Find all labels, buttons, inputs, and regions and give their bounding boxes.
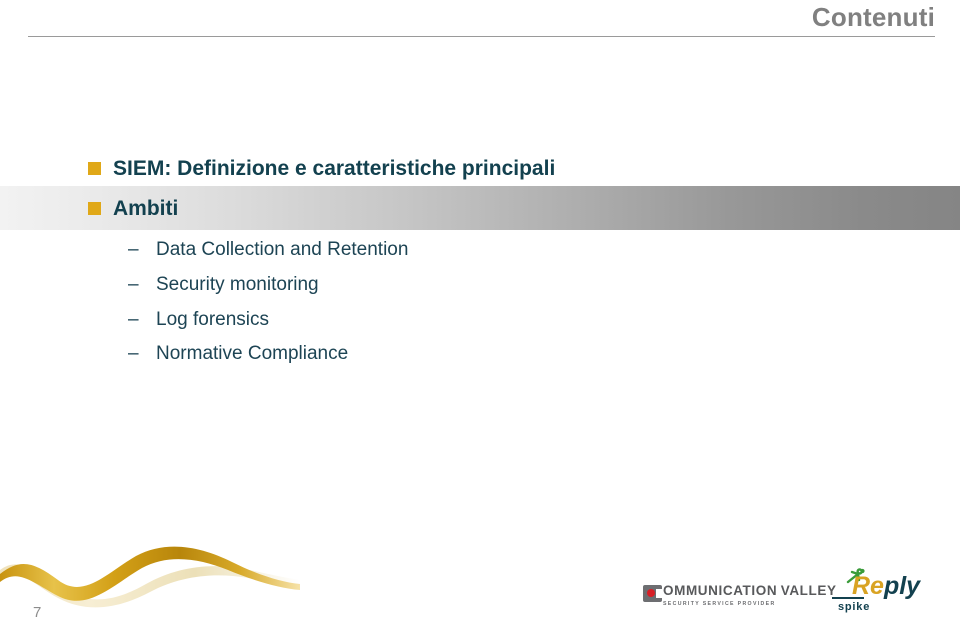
decorative-wave-graphic xyxy=(0,546,300,608)
cv-word-one: OMMUNICATION xyxy=(663,583,778,598)
sub-bullet-label: Security monitoring xyxy=(156,274,319,295)
reply-word-ply: ply xyxy=(883,572,921,600)
page-number: 7 xyxy=(33,604,42,621)
communication-valley-logo: OMMUNICATION VALLEY SECURITY SERVICE PRO… xyxy=(643,584,837,608)
slide: Contenuti SIEM: Definizione e caratteris… xyxy=(0,0,960,630)
reply-wordmark: Reply xyxy=(852,572,920,600)
sub-bullet-item: – Normative Compliance xyxy=(128,342,348,366)
sub-bullet-label: Data Collection and Retention xyxy=(156,239,409,260)
reply-word-re: Re xyxy=(852,572,884,600)
communication-valley-tagline: SECURITY SERVICE PROVIDER xyxy=(663,601,776,607)
dash-bullet-icon: – xyxy=(128,239,139,260)
square-bullet-icon xyxy=(88,202,101,215)
sub-bullet-label: Normative Compliance xyxy=(156,343,349,364)
reply-sub-label: spike xyxy=(838,601,871,613)
communication-valley-name: OMMUNICATION VALLEY xyxy=(663,584,837,599)
bullet-label: SIEM: Definizione e caratteristiche prin… xyxy=(113,157,556,180)
sub-bullet-item: – Log forensics xyxy=(128,308,269,332)
dash-bullet-icon: – xyxy=(128,309,139,330)
dash-bullet-icon: – xyxy=(128,274,139,295)
dash-bullet-icon: – xyxy=(128,343,139,364)
bullet-item: Ambiti xyxy=(88,196,178,222)
sub-bullet-item: – Data Collection and Retention xyxy=(128,238,408,262)
reply-logo: Reply spike xyxy=(830,566,940,618)
bullet-item: SIEM: Definizione e caratteristiche prin… xyxy=(88,156,555,182)
square-bullet-icon xyxy=(88,162,101,175)
communication-valley-text: OMMUNICATION VALLEY SECURITY SERVICE PRO… xyxy=(663,584,837,608)
bullet-label: Ambiti xyxy=(113,197,179,220)
communication-valley-mark-icon xyxy=(643,585,662,602)
sub-bullet-item: – Security monitoring xyxy=(128,273,319,297)
sub-bullet-label: Log forensics xyxy=(156,309,270,330)
